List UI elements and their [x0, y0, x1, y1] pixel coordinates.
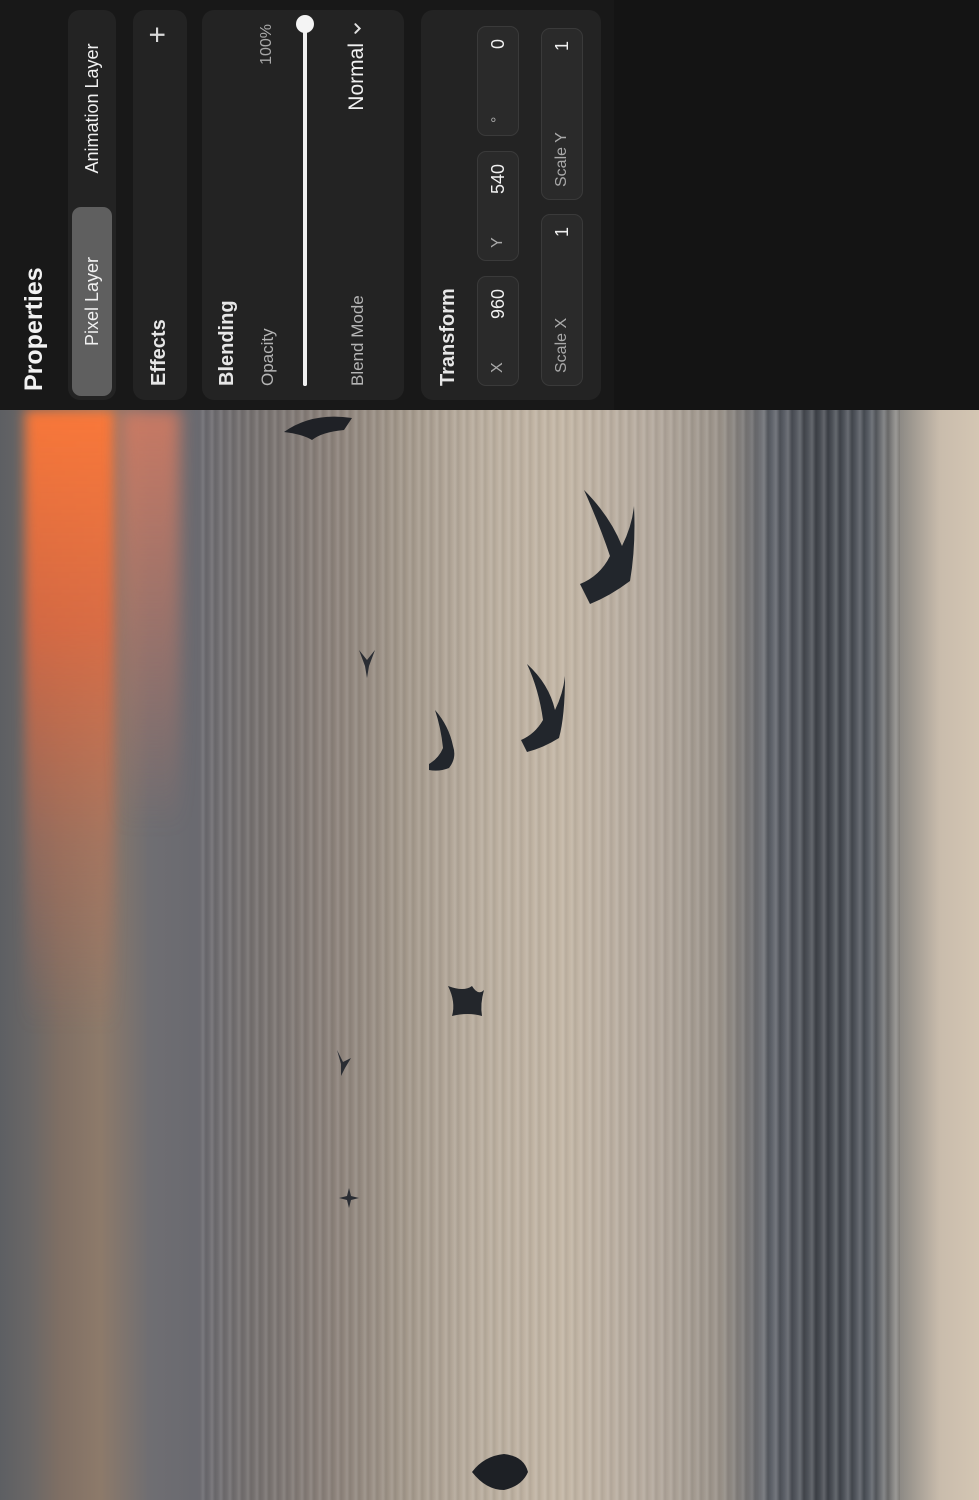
scale-y-field[interactable]: Scale Y 1 [541, 28, 583, 200]
chevron-down-icon [353, 23, 361, 34]
bird-shape [339, 1188, 359, 1208]
position-y-value: 540 [487, 164, 508, 195]
layer-type-segmented-control: Pixel Layer Animation Layer [68, 10, 116, 400]
effects-section: Effects + [133, 10, 187, 400]
rotation-value: 0 [487, 39, 508, 50]
opacity-slider[interactable] [296, 15, 314, 386]
position-x-label: X [489, 362, 506, 373]
tab-pixel-layer[interactable]: Pixel Layer [72, 207, 112, 396]
blend-mode-select[interactable]: Normal [341, 22, 373, 111]
bird-shape [448, 986, 484, 1016]
sunset-glow [25, 410, 115, 1030]
sea-ripples [200, 410, 760, 1500]
canvas-photo[interactable] [0, 410, 979, 1500]
opacity-value: 100% [258, 24, 275, 65]
bird-shape [359, 650, 375, 678]
effects-title: Effects [148, 319, 170, 386]
rotation-unit-label: ° [489, 116, 506, 123]
bird-shape [337, 1050, 351, 1076]
blending-title: Blending [216, 300, 238, 386]
sunset-glow-secondary [120, 410, 180, 830]
bird-shape [429, 710, 455, 771]
scale-y-label: Scale Y [553, 132, 570, 187]
plus-icon[interactable]: + [141, 26, 174, 44]
scale-x-value: 1 [551, 227, 572, 238]
scale-y-value: 1 [551, 41, 572, 52]
transform-section: Transform X 960 Y 540 ° 0 Scale X 1 Scal… [421, 10, 601, 400]
bird-shape [284, 416, 352, 440]
position-y-field[interactable]: Y 540 [477, 151, 519, 261]
blending-section: Blending Opacity 100% Blend Mode Normal [202, 10, 404, 400]
properties-panel: Properties Pixel Layer Animation Layer E… [0, 0, 614, 410]
bird-shape [521, 664, 565, 752]
opacity-label: Opacity [258, 328, 277, 386]
position-y-label: Y [489, 237, 506, 248]
bird-shape [580, 490, 635, 604]
panel-title: Properties [20, 267, 48, 391]
opacity-slider-fill [303, 24, 307, 386]
tab-animation-layer[interactable]: Animation Layer [72, 14, 112, 203]
breaking-wave [760, 410, 900, 1500]
position-x-field[interactable]: X 960 [477, 276, 519, 386]
blend-mode-value: Normal [345, 43, 368, 111]
scale-x-field[interactable]: Scale X 1 [541, 214, 583, 386]
bird-shape [472, 1454, 528, 1490]
opacity-slider-handle[interactable] [296, 15, 314, 33]
blend-mode-label: Blend Mode [348, 295, 367, 386]
rotation-field[interactable]: ° 0 [477, 26, 519, 136]
position-x-value: 960 [487, 289, 508, 320]
transform-title: Transform [437, 288, 459, 386]
scale-x-label: Scale X [553, 317, 570, 373]
